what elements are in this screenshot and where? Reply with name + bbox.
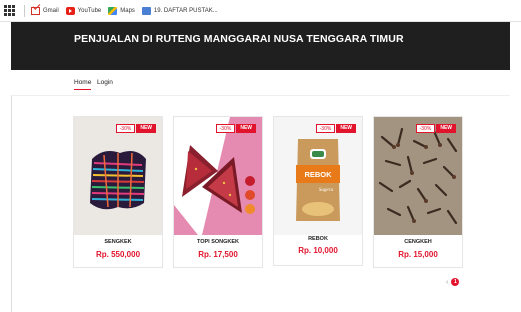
product-card[interactable]: -30% NEW CENGKEH Rp. 15,000 [373, 116, 463, 268]
badge-group: -30% NEW [115, 124, 156, 133]
product-name[interactable]: TOPI SONGKEK [174, 239, 262, 245]
product-image-sengkek[interactable] [74, 117, 162, 235]
product-image-cengkeh[interactable] [374, 117, 462, 235]
product-image-topi-songkek[interactable] [174, 117, 262, 235]
bookmark-gmail[interactable]: Gmail [31, 6, 59, 15]
product-card[interactable]: -30% NEW SENGKEK Rp. 550,000 [73, 116, 163, 268]
product-name[interactable]: SENGKEK [74, 239, 162, 245]
bookmark-label: YouTube [77, 7, 102, 14]
nav-home-link[interactable]: Home [74, 79, 92, 90]
product-card[interactable]: REBOK Sagera -30% NEW REBOK Rp. 10,000 [273, 116, 363, 266]
product-image-rebok[interactable]: REBOK Sagera [274, 117, 362, 235]
content-border [11, 96, 12, 312]
discount-badge: -30% [315, 124, 336, 133]
new-badge: NEW [436, 124, 456, 133]
product-card[interactable]: -30% NEW TOPI SONGKEK Rp. 17,500 [173, 116, 263, 268]
product-price: Rp. 550,000 [95, 250, 141, 259]
product-name[interactable]: CENGKEH [374, 239, 462, 245]
package-label: REBOK [304, 170, 332, 179]
bookmark-label: 19. DAFTAR PUSTAK... [153, 7, 218, 14]
apps-grid-icon[interactable] [4, 4, 16, 17]
discount-badge: -30% [215, 124, 236, 133]
discount-badge: -30% [415, 124, 436, 133]
prev-page-icon[interactable]: ‹ [446, 279, 448, 286]
bookmark-daftar-pustaka[interactable]: 19. DAFTAR PUSTAK... [141, 6, 218, 15]
new-badge: NEW [336, 124, 356, 133]
bookmarks-bar: Gmail YouTube Maps 19. DAFTAR PUSTAK... [0, 0, 521, 22]
badge-group: -30% NEW [415, 124, 456, 133]
maps-icon [108, 6, 118, 15]
product-price: Rp. 17,500 [198, 250, 238, 259]
new-badge: NEW [136, 124, 156, 133]
document-icon [141, 6, 151, 15]
new-badge: NEW [236, 124, 256, 133]
bookmarks-separator [24, 4, 25, 17]
bookmark-maps[interactable]: Maps [108, 6, 135, 15]
nav-login-link[interactable]: Login [97, 79, 113, 86]
package-sub: Sagera [319, 188, 334, 193]
product-price: Rp. 10,000 [298, 246, 338, 255]
badge-group: -30% NEW [315, 124, 356, 133]
gmail-icon [31, 6, 40, 15]
main-nav: Home Login [11, 70, 510, 96]
product-name[interactable]: REBOK [274, 236, 362, 242]
pagination: ‹ 1 [446, 278, 460, 286]
discount-badge: -30% [115, 124, 136, 133]
product-price: Rp. 15,000 [398, 250, 438, 259]
site-header: PENJUALAN DI RUTENG MANGGARAI NUSA TENGG… [11, 22, 510, 70]
bookmark-youtube[interactable]: YouTube [65, 6, 102, 15]
page-1-button[interactable]: 1 [451, 278, 460, 286]
site-title: PENJUALAN DI RUTENG MANGGARAI NUSA TENGG… [74, 33, 404, 45]
badge-group: -30% NEW [215, 124, 256, 133]
youtube-icon [65, 6, 75, 15]
bookmark-label: Gmail [43, 7, 59, 14]
bookmark-label: Maps [120, 7, 135, 14]
